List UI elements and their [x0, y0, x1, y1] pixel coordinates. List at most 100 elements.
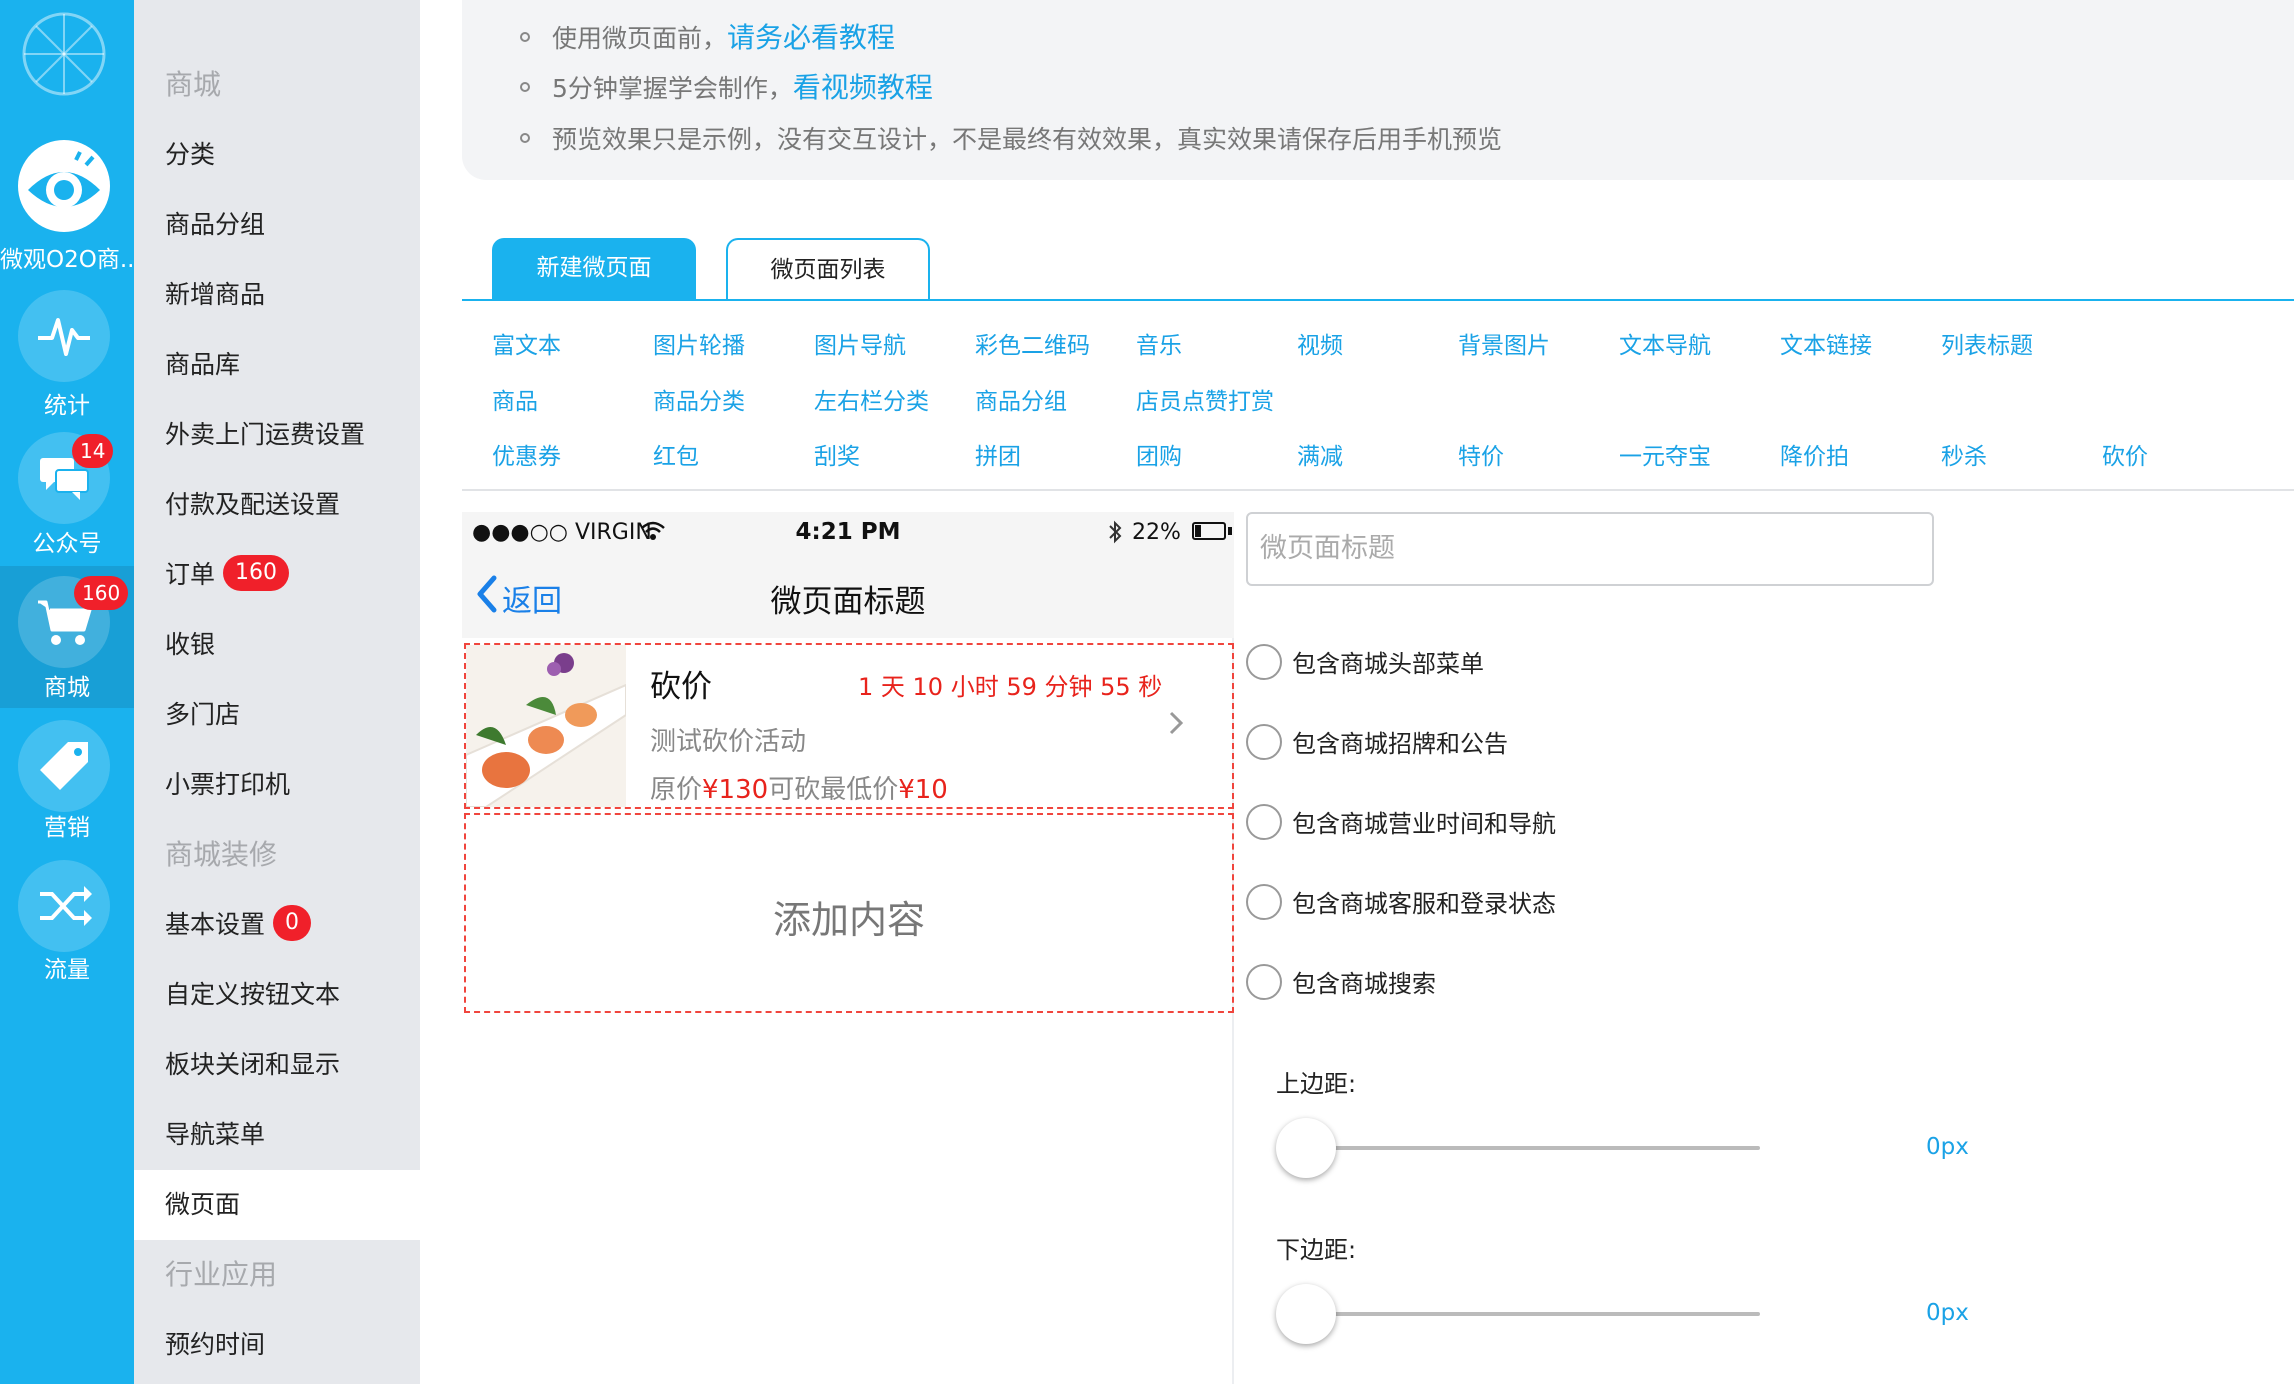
radio-icon[interactable] [1246, 644, 1282, 680]
component-button[interactable]: 图片轮播 [653, 326, 745, 360]
component-button[interactable]: 特价 [1458, 437, 1504, 471]
menu-item[interactable]: 收银 [134, 610, 420, 680]
option-search[interactable]: 包含商城搜索 [1246, 964, 1436, 1005]
battery-fill [1195, 525, 1201, 537]
radio-icon[interactable] [1246, 884, 1282, 920]
tutorial-link[interactable]: 请务必看教程 [727, 21, 895, 54]
notice-line: 使用微页面前，请务必看教程 [520, 16, 895, 56]
menu-item[interactable]: 板块关闭和显示 [134, 1030, 420, 1100]
option-label: 包含商城搜索 [1292, 970, 1436, 998]
radio-icon[interactable] [1246, 724, 1282, 760]
bottom-margin-slider-track[interactable] [1282, 1312, 1760, 1316]
price-min: ¥10 [898, 775, 948, 805]
rail-item-mall[interactable]: 160 商城 [0, 566, 134, 708]
notice-text: 使用微页面前， [552, 24, 728, 53]
option-label: 包含商城招牌和公告 [1292, 730, 1508, 758]
rail-app[interactable]: 微观O2O商.. [0, 136, 134, 278]
menu-section-mall: 商城 [165, 68, 222, 101]
component-button[interactable]: 店员点赞打赏 [1136, 382, 1274, 416]
option-service-login[interactable]: 包含商城客服和登录状态 [1246, 884, 1556, 925]
component-button[interactable]: 背景图片 [1458, 326, 1550, 360]
rail-item-traffic[interactable]: 流量 [0, 850, 134, 992]
component-button[interactable]: 秒杀 [1941, 437, 1987, 471]
component-button[interactable]: 拼团 [975, 437, 1021, 471]
menu-item[interactable]: 付款及配送设置 [134, 470, 420, 540]
menu-item-order[interactable]: 订单 160 [134, 540, 420, 610]
option-signboard[interactable]: 包含商城招牌和公告 [1246, 724, 1508, 765]
bottom-margin-label: 下边距: [1276, 1236, 1357, 1264]
option-hours-nav[interactable]: 包含商城营业时间和导航 [1246, 804, 1556, 845]
option-header-menu[interactable]: 包含商城头部菜单 [1246, 644, 1484, 685]
component-button[interactable]: 左右栏分类 [814, 382, 929, 416]
rail-item-stats[interactable]: 统计 [0, 282, 134, 424]
component-button[interactable]: 满减 [1297, 437, 1343, 471]
chevron-right-icon [1168, 709, 1184, 741]
pulse-icon [18, 290, 110, 382]
component-button[interactable]: 刮奖 [814, 437, 860, 471]
tab-page-list[interactable]: 微页面列表 [726, 238, 930, 300]
component-button[interactable]: 团购 [1136, 437, 1182, 471]
video-tutorial-link[interactable]: 看视频教程 [793, 71, 933, 104]
menu-item[interactable]: 导航菜单 [134, 1100, 420, 1170]
component-button[interactable]: 砍价 [2102, 437, 2148, 471]
notice-line: 5分钟掌握学会制作，看视频教程 [520, 66, 933, 106]
phone-page-title: 微页面标题 [770, 584, 926, 620]
top-margin-slider-handle[interactable] [1276, 1118, 1336, 1178]
component-button[interactable]: 视频 [1297, 326, 1343, 360]
tab-new-page[interactable]: 新建微页面 [492, 238, 696, 300]
radio-icon[interactable] [1246, 964, 1282, 1000]
price-prefix: 原价 [650, 775, 703, 805]
battery-tip [1228, 527, 1232, 535]
component-button[interactable]: 文本导航 [1619, 326, 1711, 360]
component-button[interactable]: 优惠券 [492, 437, 561, 471]
menu-item[interactable]: 分类 [134, 120, 420, 190]
rail-badge: 160 [74, 576, 129, 610]
phone-nav-bar: 返回 微页面标题 [462, 556, 1234, 638]
option-label: 包含商城营业时间和导航 [1292, 810, 1556, 838]
rail-item-marketing[interactable]: 营销 [0, 708, 134, 850]
component-button[interactable]: 红包 [653, 437, 699, 471]
add-content-area[interactable]: 添加内容 [464, 813, 1234, 1013]
notice-line: 预览效果只是示例，没有交互设计，不是最终有效效果，真实效果请保存后用手机预览 [520, 120, 1502, 156]
rail-app-label: 微观O2O商.. [0, 247, 134, 273]
bottom-margin-slider-handle[interactable] [1276, 1284, 1336, 1344]
component-button[interactable]: 商品分组 [975, 382, 1067, 416]
menu-item[interactable]: 商品库 [134, 330, 420, 400]
bullet-icon [520, 133, 530, 143]
eye-icon [18, 140, 110, 232]
menu-item-micro-page[interactable]: 微页面 [134, 1170, 420, 1240]
component-button[interactable]: 降价拍 [1780, 437, 1849, 471]
menu-item[interactable]: 商品分组 [134, 190, 420, 260]
radio-icon[interactable] [1246, 804, 1282, 840]
notice-panel: 使用微页面前，请务必看教程 5分钟掌握学会制作，看视频教程 预览效果只是示例，没… [462, 0, 2294, 180]
menu-item[interactable]: 小票打印机 [134, 750, 420, 820]
menu-item[interactable]: 新增商品 [134, 260, 420, 330]
battery-percent: 22% [1132, 520, 1181, 545]
menu-item-label: 订单 [165, 560, 216, 589]
app-rail: 微观O2O商.. 统计 14 公众号 160 商城 营销 流量 [0, 0, 134, 1384]
menu-item-basic-settings[interactable]: 基本设置 0 [134, 890, 420, 960]
bargain-card[interactable]: 砍价 1 天 10 小时 59 分钟 55 秒 测试砍价活动 原价¥130可砍最… [464, 643, 1234, 809]
menu-item[interactable]: 多门店 [134, 680, 420, 750]
component-button[interactable]: 文本链接 [1780, 326, 1872, 360]
menu-item[interactable]: 自定义按钮文本 [134, 960, 420, 1030]
top-margin-slider-track[interactable] [1282, 1146, 1760, 1150]
component-button[interactable]: 彩色二维码 [975, 326, 1090, 360]
rail-label: 流量 [44, 957, 90, 983]
component-button[interactable]: 图片导航 [814, 326, 906, 360]
page-title-input[interactable]: 微页面标题 [1246, 512, 1934, 586]
option-label: 包含商城头部菜单 [1292, 650, 1484, 678]
menu-item[interactable]: 外卖上门运费设置 [134, 400, 420, 470]
menu-item[interactable]: 预约时间 [134, 1310, 420, 1380]
option-label: 包含商城客服和登录状态 [1292, 890, 1556, 918]
component-button[interactable]: 富文本 [492, 326, 561, 360]
component-button[interactable]: 音乐 [1136, 326, 1182, 360]
rail-item-wechat[interactable]: 14 公众号 [0, 424, 134, 566]
component-button[interactable]: 商品分类 [653, 382, 745, 416]
component-button[interactable]: 列表标题 [1941, 326, 2033, 360]
tab-underline [462, 299, 2294, 301]
price-line: 原价¥130可砍最低价¥10 [650, 769, 948, 806]
component-button[interactable]: 商品 [492, 382, 538, 416]
component-button[interactable]: 一元夺宝 [1619, 437, 1711, 471]
bullet-icon [520, 32, 530, 42]
